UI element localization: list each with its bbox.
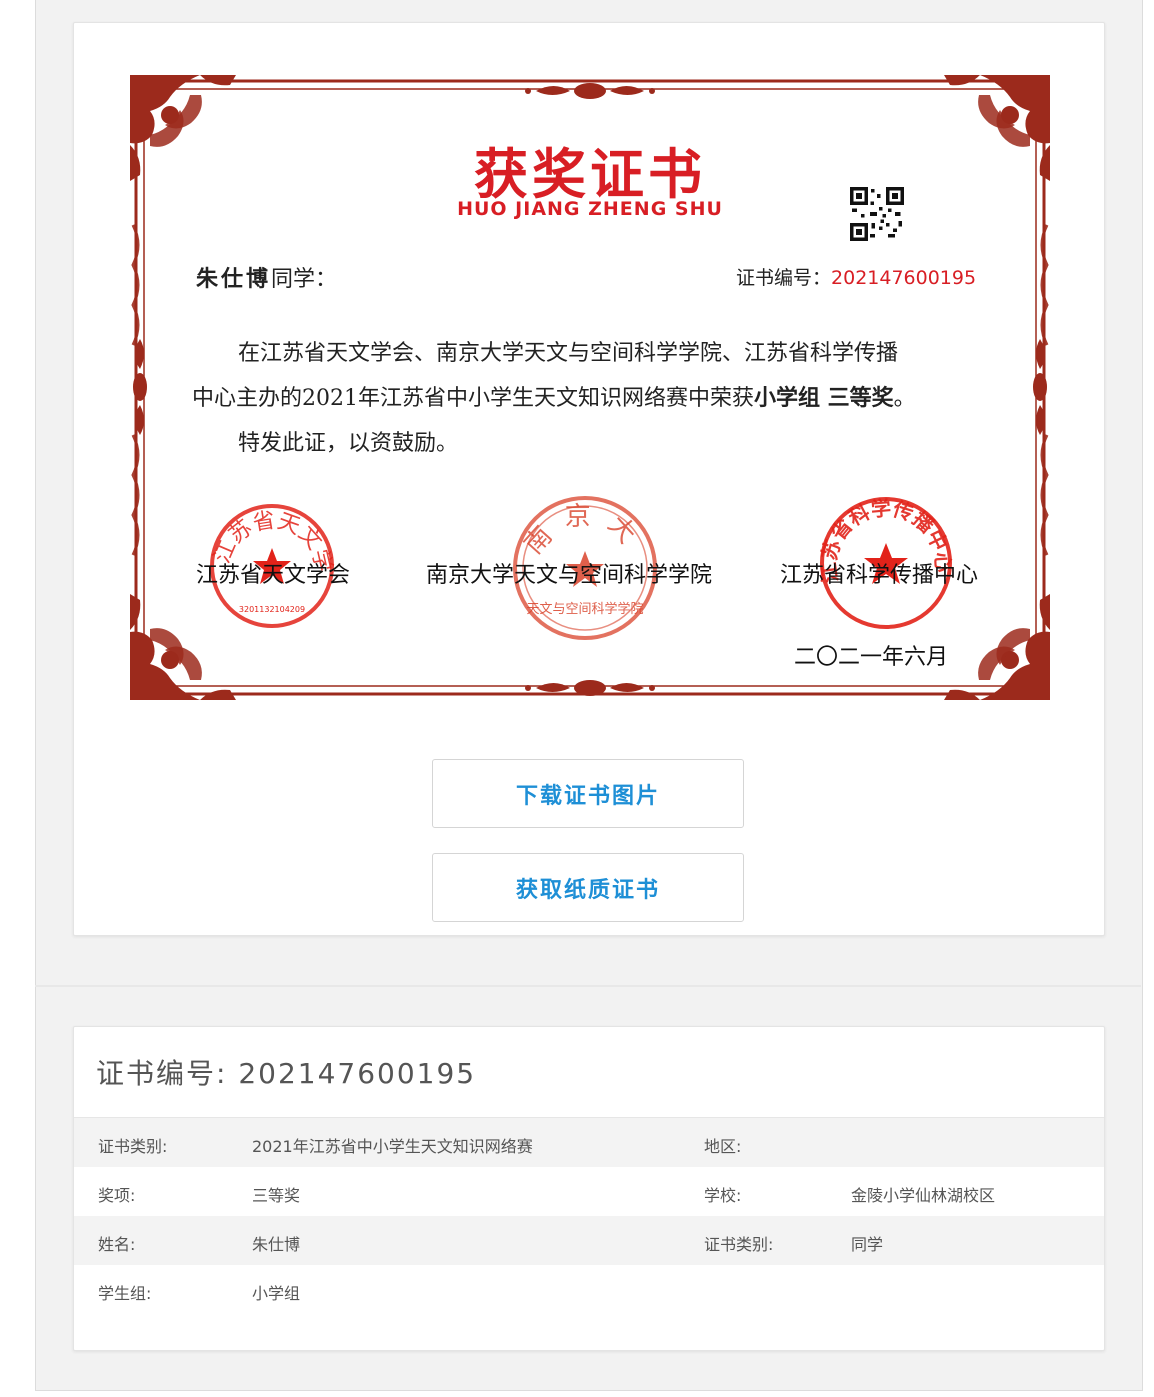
certificate-number-label: 证书编号： (736, 267, 832, 289)
details-card: 证书编号: 202147600195 证书类别: 2021年江苏省中小学生天文知… (73, 1026, 1105, 1351)
row-label: 地区: (704, 1137, 742, 1156)
recipient-line: 朱仕博同学： (196, 261, 337, 293)
row-label: 学生组: (98, 1284, 152, 1303)
row-value: 三等奖 (252, 1186, 301, 1205)
row-label: 学校: (704, 1186, 742, 1205)
row-value: 小学组 (252, 1284, 301, 1303)
table-row: 学生组: 小学组 (74, 1265, 1104, 1314)
table-row: 奖项: 三等奖 学校: 金陵小学仙林湖校区 (74, 1167, 1104, 1216)
certificate-body: 在江苏省天文学会、南京大学天文与空间科学学院、江苏省科学传播 中心主办的2021… (192, 331, 1010, 466)
issue-date: 二〇二一年六月 (794, 645, 949, 670)
svg-text:南京大学: 南京大学 (510, 493, 651, 560)
certificate-number: 证书编号：202147600195 (736, 263, 976, 290)
seal-1-code: 3201132104209 (239, 605, 305, 614)
row-value: 同学 (851, 1235, 884, 1254)
certificate-number-value: 202147600195 (831, 267, 977, 289)
row-label: 姓名: (98, 1235, 136, 1254)
row-label: 证书类别: (98, 1137, 168, 1156)
row-label: 奖项: (98, 1186, 136, 1205)
details-header: 证书编号: 202147600195 (74, 1027, 1104, 1118)
download-certificate-button[interactable]: 下载证书图片 (432, 759, 744, 828)
body-line-2: 中心主办的2021年江苏省中小学生天文知识网络赛中荣获 (192, 386, 754, 411)
body-line-2-end: 。 (893, 386, 916, 411)
body-line-1: 在江苏省天文学会、南京大学天文与空间科学学院、江苏省科学传播 (238, 341, 899, 366)
certificate-image: 获奖证书 HUO JIANG ZHENG SHU 朱仕博同学： 证书编号：202… (130, 75, 1050, 700)
row-value: 朱仕博 (252, 1235, 301, 1254)
issuer-1: 江苏省天文学会 (196, 563, 351, 588)
paper-certificate-button[interactable]: 获取纸质证书 (432, 853, 744, 922)
recipient-name: 朱仕博 (196, 266, 272, 292)
row-value: 金陵小学仙林湖校区 (851, 1186, 996, 1205)
seal-2-bottom: 天文与空间科学学院 (526, 601, 643, 617)
issuer-3: 江苏省科学传播中心 (780, 563, 979, 588)
row-value: 2021年江苏省中小学生天文知识网络赛 (252, 1137, 533, 1156)
table-row: 证书类别: 2021年江苏省中小学生天文知识网络赛 地区: (74, 1118, 1104, 1167)
row-label: 证书类别: (704, 1235, 774, 1254)
table-row: 姓名: 朱仕博 证书类别: 同学 (74, 1216, 1104, 1265)
qr-code-icon (850, 187, 904, 241)
body-line-3: 特发此证，以资鼓励。 (238, 431, 459, 456)
certificate-subtitle: HUO JIANG ZHENG SHU (457, 198, 723, 220)
award-text: 小学组 三等奖 (754, 385, 894, 411)
section-divider (35, 985, 1141, 987)
seal-2-text: 南京大学 (510, 493, 637, 560)
recipient-suffix: 同学： (271, 267, 338, 292)
issuer-2: 南京大学天文与空间科学学院 (426, 563, 713, 588)
